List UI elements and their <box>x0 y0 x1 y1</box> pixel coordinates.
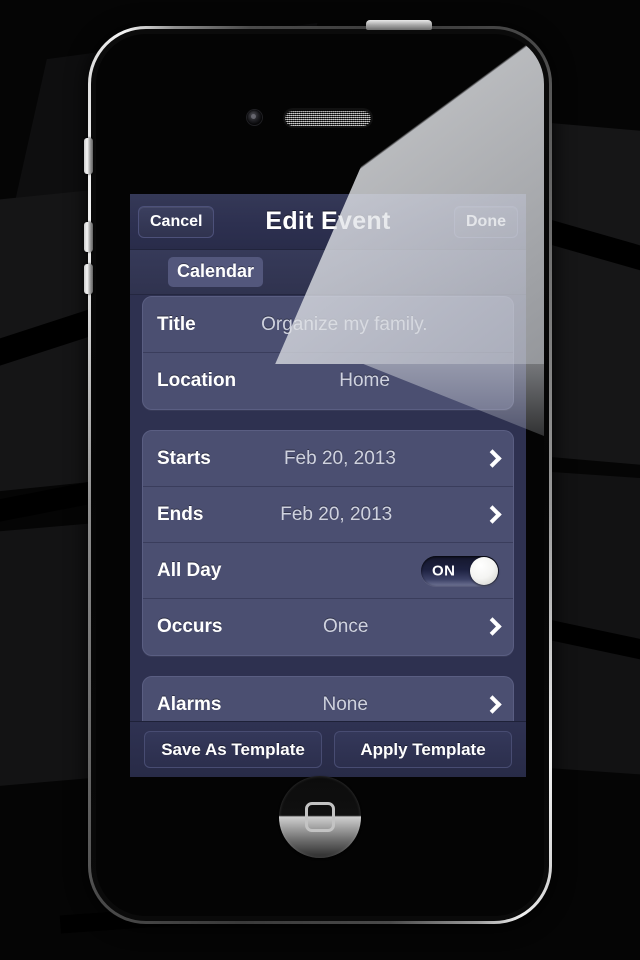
occurs-value: Once <box>323 616 369 637</box>
chevron-right-icon <box>485 616 499 638</box>
form-section: Starts Feb 20, 2013 Ends Feb 20, 2013 Al… <box>142 430 514 656</box>
front-camera-lens <box>251 114 256 119</box>
bottom-toolbar: Save As Template Apply Template <box>130 721 526 777</box>
row-ends[interactable]: Ends Feb 20, 2013 <box>143 487 513 543</box>
toggle-knob <box>470 556 498 585</box>
cancel-button[interactable]: Cancel <box>138 205 215 238</box>
row-label: Alarms <box>157 694 222 715</box>
calendar-chip[interactable]: Calendar <box>168 257 264 287</box>
volume-down-button[interactable] <box>84 264 93 294</box>
phone-device: Cancel Edit Event Done Calendar Title Or… <box>84 20 552 924</box>
toggle-state-label: ON <box>432 562 456 579</box>
form-content: Title Organize my family. Location Home … <box>130 296 526 777</box>
row-label: Occurs <box>157 616 223 637</box>
row-starts[interactable]: Starts Feb 20, 2013 <box>143 431 513 487</box>
apply-template-button[interactable]: Apply Template <box>334 731 512 768</box>
chevron-right-icon <box>485 448 499 470</box>
home-button-square-icon <box>305 802 335 832</box>
row-location[interactable]: Location Home <box>143 353 513 409</box>
save-as-template-button[interactable]: Save As Template <box>144 731 322 768</box>
location-field-value[interactable]: Home <box>236 370 499 392</box>
row-label: Ends <box>157 503 204 525</box>
phone-front-face: Cancel Edit Event Done Calendar Title Or… <box>96 34 544 916</box>
row-label: Starts <box>157 447 211 469</box>
home-button[interactable] <box>279 776 361 858</box>
silence-switch[interactable] <box>84 138 93 174</box>
row-label: Title <box>157 313 196 335</box>
row-occurs[interactable]: Occurs Once <box>143 599 513 655</box>
form-section: Title Organize my family. Location Home <box>142 296 514 410</box>
title-field-value[interactable]: Organize my family. <box>196 314 499 336</box>
volume-up-button[interactable] <box>84 222 93 252</box>
done-button[interactable]: Done <box>454 205 518 238</box>
row-label: All Day <box>157 559 222 581</box>
chevron-right-icon <box>485 694 499 716</box>
alarms-value: None <box>322 694 368 715</box>
calendar-bar: Calendar <box>130 250 526 295</box>
starts-value: Feb 20, 2013 <box>283 447 396 469</box>
row-title[interactable]: Title Organize my family. <box>143 297 513 353</box>
navigation-bar: Cancel Edit Event Done <box>130 194 526 250</box>
ends-value: Feb 20, 2013 <box>280 503 393 525</box>
chevron-right-icon <box>485 504 499 526</box>
row-label: Location <box>157 370 237 391</box>
row-all-day: All Day ON <box>143 543 513 599</box>
power-button[interactable] <box>366 20 432 30</box>
earpiece-speaker-grille <box>285 110 371 126</box>
all-day-toggle[interactable]: ON <box>421 555 499 586</box>
phone-screen: Cancel Edit Event Done Calendar Title Or… <box>130 194 526 777</box>
